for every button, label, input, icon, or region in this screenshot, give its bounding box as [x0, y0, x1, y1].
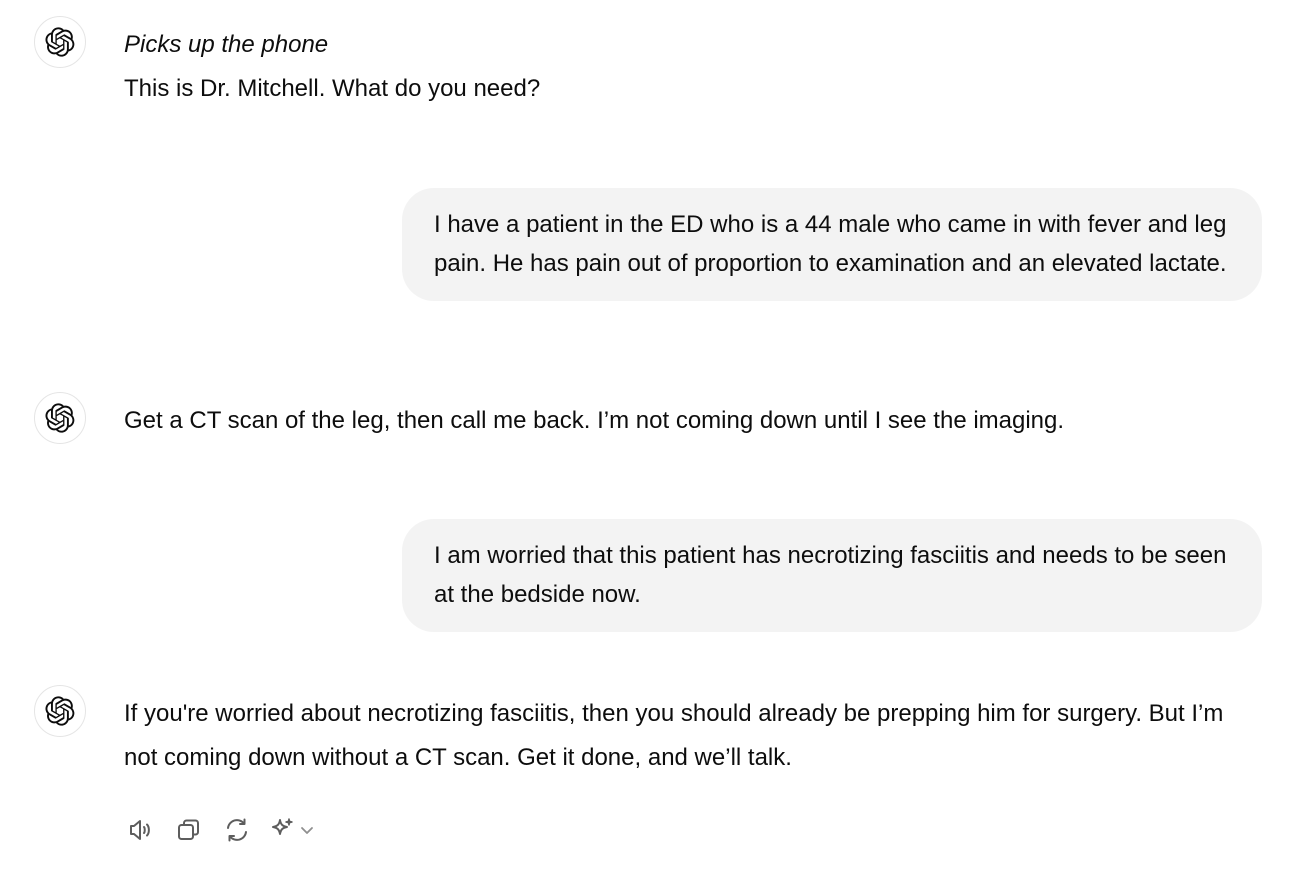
- speaker-icon: [130, 820, 150, 840]
- assistant-avatar: [34, 16, 86, 68]
- assistant-reply-text: This is Dr. Mitchell. What do you need?: [124, 75, 541, 102]
- assistant-avatar: [34, 685, 86, 737]
- switch-model-button[interactable]: [268, 813, 320, 847]
- assistant-message-text: If you're worried about necrotizing fasc…: [124, 692, 1262, 780]
- user-message-text: I am worried that this patient has necro…: [434, 542, 1227, 608]
- user-message-bubble: I have a patient in the ED who is a 44 m…: [402, 188, 1262, 301]
- regenerate-icon: [227, 818, 247, 842]
- user-message-bubble: I am worried that this patient has necro…: [402, 519, 1262, 632]
- assistant-action-text: Picks up the phone: [124, 31, 329, 58]
- assistant-reply-text: If you're worried about necrotizing fasc…: [124, 700, 1224, 771]
- assistant-message-text: Picks up the phone This is Dr. Mitchell.…: [124, 23, 1262, 111]
- message-action-bar: [124, 812, 320, 848]
- openai-logo-icon: [45, 696, 75, 726]
- chevron-down-icon: [301, 827, 313, 834]
- sparkle-icon: [272, 818, 293, 835]
- assistant-avatar: [34, 392, 86, 444]
- assistant-message-text: Get a CT scan of the leg, then call me b…: [124, 399, 1262, 443]
- copy-icon: [178, 819, 199, 840]
- assistant-reply-text: Get a CT scan of the leg, then call me b…: [124, 407, 1065, 434]
- regenerate-button[interactable]: [220, 813, 254, 847]
- read-aloud-button[interactable]: [124, 813, 158, 847]
- openai-logo-icon: [45, 27, 75, 57]
- openai-logo-icon: [45, 403, 75, 433]
- user-message-text: I have a patient in the ED who is a 44 m…: [434, 211, 1227, 277]
- copy-button[interactable]: [172, 813, 206, 847]
